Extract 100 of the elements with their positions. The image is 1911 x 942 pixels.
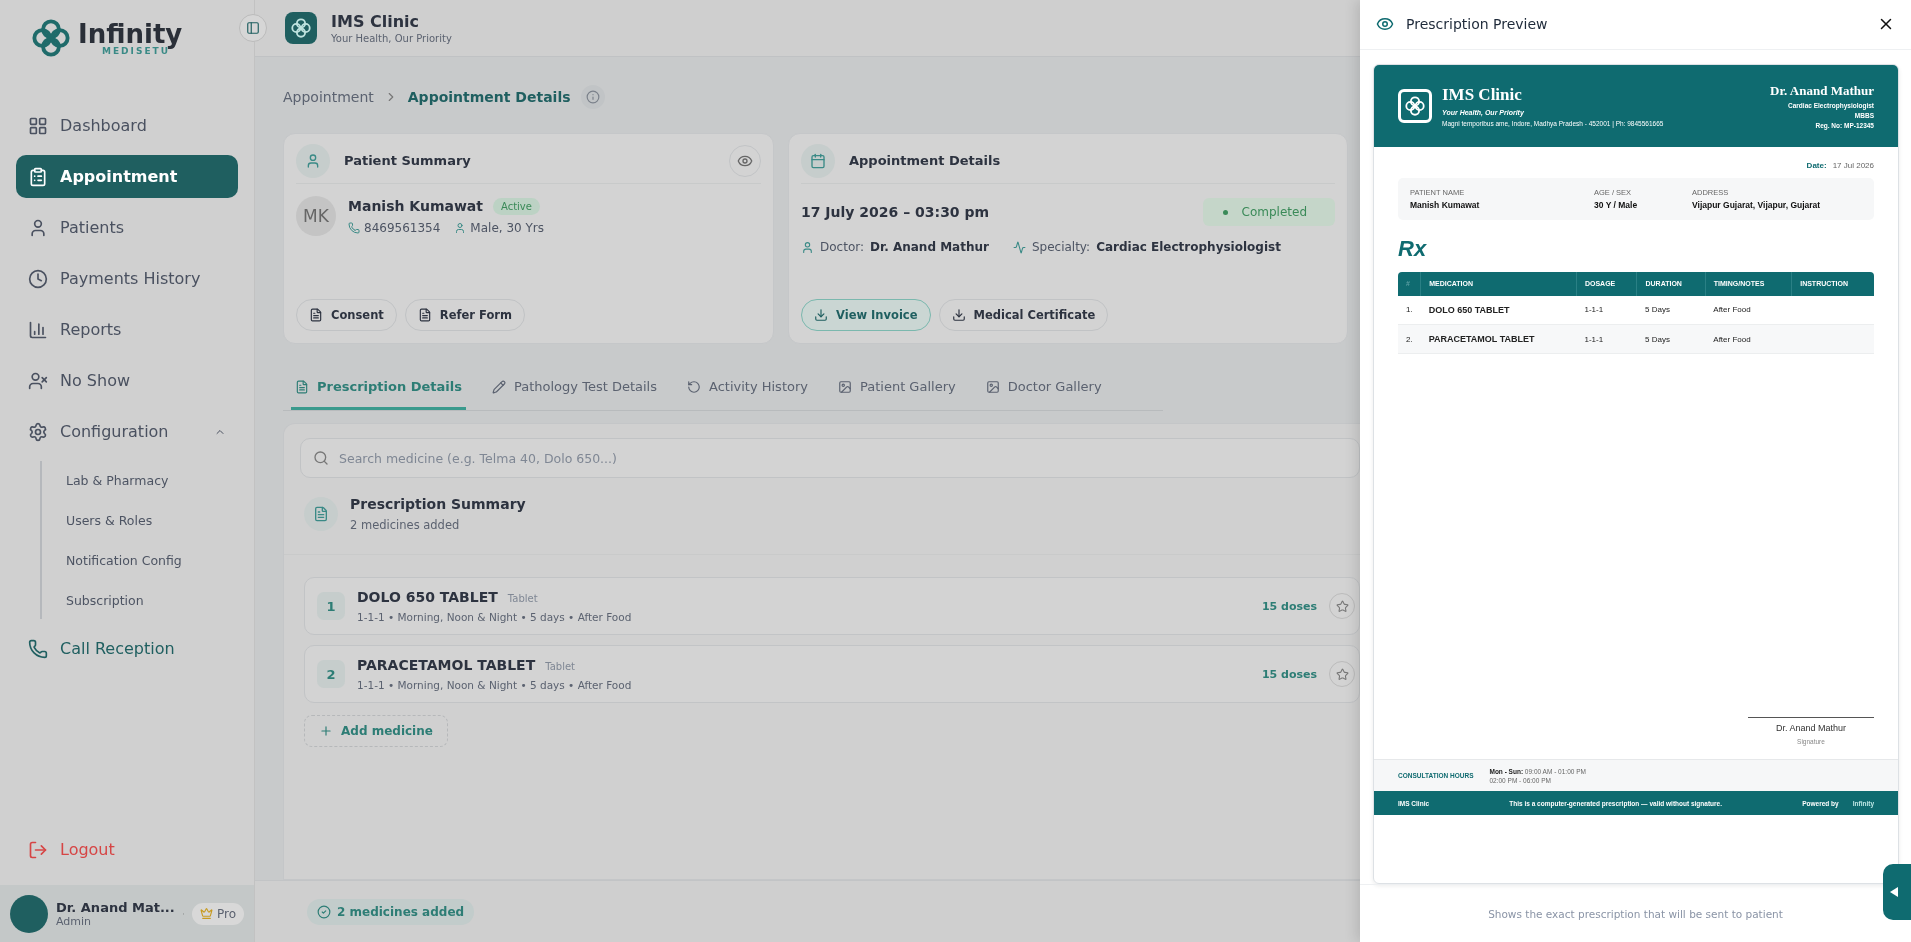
medicine-detail: 1-1-1 • Morning, Noon & Night • 5 days • After Food <box>357 611 632 623</box>
medicine-name: DOLO 650 TABLET <box>357 589 498 605</box>
search-field[interactable]: Search medicine (e.g. Telma 40, Dolo 650...) <box>300 438 1360 478</box>
crown-icon <box>199 907 213 920</box>
breadcrumb-item[interactable]: Appointment <box>283 89 374 105</box>
medicine-name: PARACETAMOL TABLET <box>357 657 536 673</box>
user-name: Dr. Anand Mat... <box>56 899 175 915</box>
sidebar-item[interactable]: No Show <box>16 359 238 402</box>
user-avatar <box>10 894 48 933</box>
reports-icon <box>28 319 48 340</box>
favorite-button[interactable] <box>1329 661 1355 687</box>
card-title: Appointment Details <box>849 153 1001 168</box>
date-value: 17 Jul 2026 <box>1832 160 1874 170</box>
specialty-info: Specialty: Cardiac Electrophysiologist <box>1012 240 1281 254</box>
sidebar-item[interactable]: Call Reception <box>16 627 238 670</box>
table-cell: DOLO 650 TABLET <box>1420 295 1577 325</box>
summary-subtitle: 2 medicines added <box>350 518 461 532</box>
patient-avatar: MK <box>296 196 336 236</box>
document-icon <box>309 308 323 322</box>
table-cell: 1. <box>1398 295 1421 325</box>
floating-widget-button[interactable] <box>1883 864 1911 920</box>
dose-count: 15 doses <box>1261 599 1317 613</box>
table-cell: 5 Days <box>1637 324 1706 354</box>
noshow-icon <box>28 370 48 391</box>
status-badge: Completed <box>1202 198 1335 226</box>
summary-title: Prescription Summary <box>350 496 526 512</box>
field-value: Vijapur Gujarat, Vijapur, Gujarat <box>1692 199 1822 210</box>
clinic-tagline: Your Health, Our Priority <box>331 33 452 44</box>
medicine-number: 1 <box>317 592 345 620</box>
tab[interactable]: Pathology Test Details <box>488 366 661 410</box>
card-title: Patient Summary <box>344 153 471 168</box>
user-icon <box>454 221 467 234</box>
search-input[interactable]: Search medicine (e.g. Telma 40, Dolo 650...) <box>337 449 1347 467</box>
document-icon <box>417 308 432 322</box>
download-button[interactable]: View Invoice <box>801 299 931 331</box>
call-icon <box>28 638 48 659</box>
breadcrumb-item: Appointment Details <box>407 89 571 105</box>
table-cell: PARACETAMOL TABLET <box>1420 324 1577 354</box>
sidebar-item[interactable]: Patients <box>16 206 238 249</box>
search-icon <box>313 450 329 466</box>
pulse-icon <box>1012 240 1026 254</box>
add-medicine-button[interactable]: Add medicine <box>304 715 448 747</box>
sidebar-subitem[interactable]: Subscription <box>66 587 238 613</box>
sidebar-item[interactable]: Appointment <box>16 155 238 198</box>
sidebar-item[interactable]: Configuration <box>16 410 238 453</box>
tab[interactable]: Patient Gallery <box>833 366 960 410</box>
patient-gender-age: Male, 30 Yrs <box>454 220 544 235</box>
table-cell: 2. <box>1398 324 1421 354</box>
payments-icon <box>28 268 48 289</box>
document-icon <box>313 506 329 522</box>
user-icon <box>305 152 321 169</box>
view-button[interactable] <box>729 144 761 177</box>
table-cell: 1-1-1 <box>1576 295 1637 325</box>
table-cell: After Food <box>1705 295 1792 325</box>
drawer-title: Prescription Preview <box>1406 16 1548 33</box>
tab[interactable]: Prescription Details <box>291 366 466 410</box>
table-cell: 1-1-1 <box>1576 324 1637 354</box>
clinic-logo-icon <box>1404 94 1426 117</box>
appointment-datetime: 17 July 2026 – 03:30 pm <box>801 204 990 220</box>
download-icon <box>951 308 966 322</box>
sidebar-item[interactable]: Reports <box>16 308 238 351</box>
field-value: Manish Kumawat <box>1410 199 1481 210</box>
pen-icon <box>492 379 506 394</box>
brand-name: Infinity <box>78 20 183 47</box>
table-cell: After Food <box>1705 324 1792 354</box>
appointment-icon <box>28 166 48 187</box>
image-icon <box>985 379 1000 394</box>
favorite-button[interactable] <box>1329 593 1355 619</box>
doctor-name: Dr. Anand Mathur <box>1770 82 1874 99</box>
sidebar-subitem[interactable]: Users & Roles <box>66 507 238 533</box>
info-button[interactable] <box>580 85 605 109</box>
sidebar-item[interactable]: Payments History <box>16 257 238 300</box>
check-circle-icon <box>317 904 331 919</box>
medicine-type: Tablet <box>545 661 575 672</box>
document-button[interactable]: Consent <box>296 299 397 331</box>
medicine-type: Tablet <box>507 593 538 604</box>
download-button[interactable]: Medical Certificate <box>938 299 1109 331</box>
star-icon <box>1335 667 1349 681</box>
tab[interactable]: Activity History <box>682 366 812 410</box>
status-badge: Active <box>493 197 540 215</box>
patient-phone: 8469561354 <box>348 220 441 235</box>
field-value: 30 Y / Male <box>1594 199 1639 210</box>
doc-icon <box>295 379 309 394</box>
star-icon <box>1335 599 1349 613</box>
phone-icon <box>348 221 360 234</box>
sidebar-subitem[interactable]: Lab & Pharmacy <box>66 467 238 493</box>
dashboard-icon <box>28 115 48 136</box>
brand-logo-icon <box>30 17 72 59</box>
medicine-detail: 1-1-1 • Morning, Noon & Night • 5 days • After Food <box>357 679 632 691</box>
tab[interactable]: Doctor Gallery <box>981 366 1106 410</box>
sidebar-item[interactable]: Dashboard <box>16 104 238 147</box>
download-icon <box>814 308 828 322</box>
image-icon <box>837 379 852 394</box>
doctor-info: Doctor: Dr. Anand Mathur <box>801 240 989 254</box>
patient-name: Manish Kumawat <box>348 198 483 214</box>
sidebar-subitem[interactable]: Notification Config <box>66 547 238 573</box>
logout-icon <box>28 839 48 860</box>
dose-count: 15 doses <box>1261 667 1317 681</box>
logout-button[interactable]: Logout <box>16 828 238 871</box>
document-button[interactable]: Refer Form <box>404 299 525 331</box>
